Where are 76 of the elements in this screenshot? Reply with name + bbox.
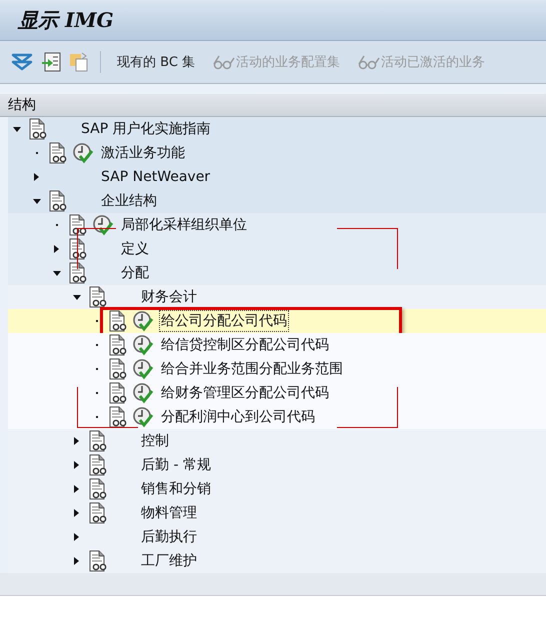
tree-row[interactable]: 企业结构: [8, 189, 546, 213]
document-glasses-icon[interactable]: [108, 310, 128, 332]
node-label: 物料管理: [140, 504, 198, 523]
node-label: 销售和分销: [140, 480, 212, 499]
node-label: SAP 用户化实施指南: [80, 120, 212, 139]
node-label: 工厂维护: [140, 552, 198, 571]
expand-arrow-icon[interactable]: [74, 485, 79, 493]
document-glasses-icon[interactable]: [88, 454, 108, 476]
toolbar-button[interactable]: 现有的 BC 集: [109, 49, 204, 75]
tree-row[interactable]: 给合并业务范围分配业务范围: [8, 357, 546, 381]
document-glasses-icon[interactable]: [108, 358, 128, 380]
document-glasses-icon[interactable]: [88, 286, 108, 308]
node-label: 给公司分配公司代码: [160, 311, 288, 331]
glasses-icon: [358, 54, 380, 70]
tree-row[interactable]: 分配利润中心到公司代码: [8, 405, 546, 429]
annotation-bracket: [77, 228, 116, 269]
node-label: 企业结构: [100, 192, 158, 211]
annotation-bracket: [337, 228, 398, 269]
node-label: 分配: [120, 264, 150, 283]
collapse-arrow-icon[interactable]: [73, 294, 81, 300]
tree-row[interactable]: 给信贷控制区分配公司代码: [8, 333, 546, 357]
document-glasses-icon[interactable]: [88, 502, 108, 524]
document-glasses-icon[interactable]: [88, 430, 108, 452]
expand-arrow-icon[interactable]: [54, 245, 59, 253]
node-label: 财务会计: [140, 288, 198, 307]
tree-row[interactable]: 分配: [8, 261, 546, 285]
clock-check-icon[interactable]: [132, 382, 154, 404]
tree-row[interactable]: 局部化采样组织单位: [8, 213, 546, 237]
document-glasses-icon[interactable]: [108, 334, 128, 356]
annotation-bracket: [77, 387, 138, 428]
node-label: 后勤执行: [140, 528, 198, 547]
node-label: 给信贷控制区分配公司代码: [160, 336, 330, 355]
collapse-arrow-icon[interactable]: [53, 270, 61, 276]
node-label: SAP NetWeaver: [100, 168, 212, 186]
node-label: 激活业务功能: [100, 144, 186, 163]
document-glasses-icon[interactable]: [68, 262, 88, 284]
column-header: 结构: [0, 94, 546, 117]
glasses-icon: [213, 54, 236, 70]
expand-arrow-icon[interactable]: [34, 173, 39, 181]
document-glasses-icon[interactable]: [48, 142, 68, 164]
clock-check-icon[interactable]: [132, 310, 154, 332]
document-glasses-icon[interactable]: [48, 190, 68, 212]
clock-check-icon[interactable]: [132, 334, 154, 356]
node-label: 给财务管理区分配公司代码: [160, 384, 330, 403]
document-glasses-icon[interactable]: [88, 478, 108, 500]
node-label: 控制: [140, 432, 170, 451]
document-glasses-icon[interactable]: [108, 382, 128, 404]
clock-check-icon[interactable]: [72, 142, 94, 164]
expand-arrow-icon[interactable]: [74, 557, 79, 565]
document-glasses-icon[interactable]: [28, 118, 48, 140]
tree-row[interactable]: 定义: [8, 237, 546, 261]
collapse-arrow-icon[interactable]: [13, 126, 21, 132]
tree-row[interactable]: 给公司分配公司代码: [8, 309, 546, 333]
collapse-arrow-icon[interactable]: [33, 198, 41, 204]
expand-arrow-icon[interactable]: [74, 509, 79, 517]
document-glasses-icon[interactable]: [68, 214, 88, 236]
annotation-bracket: [337, 387, 398, 428]
node-label: 后勤 - 常规: [140, 456, 212, 475]
document-glasses-icon[interactable]: [88, 550, 108, 572]
clock-check-icon[interactable]: [132, 358, 154, 380]
tree-row[interactable]: SAP 用户化实施指南: [8, 117, 546, 141]
clock-check-icon[interactable]: [132, 406, 154, 428]
node-label: 分配利润中心到公司代码: [160, 408, 316, 427]
tree-row[interactable]: 激活业务功能: [8, 141, 546, 165]
tree-row[interactable]: 给财务管理区分配公司代码: [8, 381, 546, 405]
expand-arrow-icon[interactable]: [74, 437, 79, 445]
node-label: 定义: [120, 240, 150, 259]
tree-row[interactable]: SAP NetWeaver: [8, 165, 546, 189]
node-label: 局部化采样组织单位: [120, 216, 248, 235]
expand-arrow-icon[interactable]: [74, 533, 79, 541]
window-title: 显示 IMG: [18, 6, 114, 34]
clock-check-icon[interactable]: [92, 214, 114, 236]
document-glasses-icon[interactable]: [108, 406, 128, 428]
node-label: 给合并业务范围分配业务范围: [160, 360, 344, 379]
document-glasses-icon[interactable]: [68, 238, 88, 260]
expand-arrow-icon[interactable]: [74, 461, 79, 469]
